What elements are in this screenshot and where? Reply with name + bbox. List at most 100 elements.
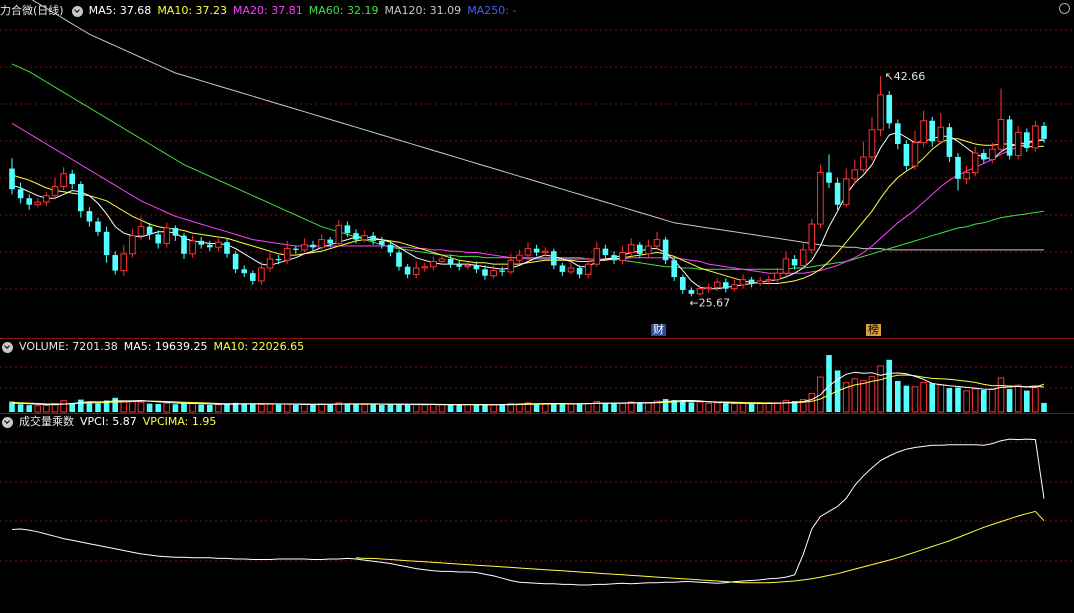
volume-bar-down (637, 402, 643, 412)
volume-bar-down (929, 383, 935, 412)
volume-bar-up (43, 405, 50, 413)
candle-body-up (51, 186, 59, 197)
volume-bar-down (602, 403, 609, 412)
candle-body-up (756, 280, 764, 284)
financial-report-marker[interactable]: 财 (651, 324, 666, 336)
candle-body-down (396, 252, 402, 267)
volume-bar-down (327, 404, 333, 412)
volume-bar-up (163, 402, 171, 413)
candle-body-up (464, 264, 472, 268)
kline-chart: ↖42.66 ←25.67 (0, 0, 1074, 309)
candle-body-up (971, 152, 979, 173)
candle-body-down (723, 282, 729, 289)
volume-bar-down (404, 404, 411, 412)
candle-body-down (955, 156, 961, 179)
candle-body-down (602, 248, 609, 256)
volume-bar-up (765, 402, 773, 413)
candle-body-up (963, 171, 970, 180)
candle-body-up (438, 258, 446, 263)
volume-bar-down (146, 403, 153, 412)
volume-bar-down (207, 404, 213, 412)
candle-body-up (266, 258, 274, 269)
volume-bar-down (275, 404, 282, 412)
candle-body-down (834, 182, 841, 205)
candle-body-down (275, 258, 282, 261)
candle-body-down (241, 269, 247, 274)
volume-bar-up (963, 390, 970, 413)
volume-bar-down (17, 404, 24, 412)
candle-body-up (541, 250, 549, 253)
volume-bar-down (1024, 390, 1030, 412)
vpci-chart (0, 438, 1074, 586)
volume-bar-up (516, 403, 523, 413)
volume-bar-down (748, 403, 755, 412)
volume-bar-down (895, 380, 901, 412)
volume-bar-up (739, 402, 747, 413)
candle-body-down (895, 123, 901, 144)
candle-body-down (26, 198, 32, 205)
volume-bar-up (997, 377, 1005, 413)
volume-bar-down (95, 403, 101, 412)
candle-body-down (344, 225, 351, 234)
candle-body-down (95, 221, 101, 232)
volume-bar-up (808, 393, 816, 413)
candle-body-up (584, 263, 592, 275)
candle-body-down (327, 239, 333, 244)
candle-body-up (283, 248, 291, 261)
candle-body-down (404, 266, 411, 275)
candle-body-up (129, 235, 136, 255)
candle-body-down (662, 239, 669, 261)
volume-bar-down (533, 404, 540, 412)
candle-body-up (120, 253, 128, 272)
volume-bar-down (456, 405, 462, 412)
candle-body-up (817, 171, 824, 225)
volume-bar-up (584, 403, 592, 413)
candle-body-up (507, 259, 515, 273)
candle-body-down (611, 255, 617, 261)
volume-bar-down (198, 404, 204, 412)
candle-body-up (490, 270, 497, 277)
volume-bar-up (911, 386, 919, 413)
candle-body-up (937, 126, 945, 142)
low-price-label: ←25.67 (689, 296, 730, 309)
candle-body-up (782, 258, 790, 274)
volume-chart (0, 355, 1074, 413)
candle-body-up (645, 245, 652, 255)
volume-bar-up (989, 388, 996, 413)
candle-body-down (112, 255, 118, 271)
volume-bar-down (955, 387, 961, 412)
volume-bar-up (258, 404, 265, 413)
volume-bar-down (826, 355, 832, 412)
volume-bar-down (723, 403, 729, 412)
volume-bar-down (379, 404, 385, 412)
candle-body-down (1006, 119, 1013, 156)
volume-bar-up (756, 403, 764, 413)
candle-body-up (808, 223, 816, 251)
candle-body-down (482, 269, 488, 276)
candle-body-down (1041, 125, 1047, 139)
candle-body-up (430, 261, 437, 268)
candle-body-down (103, 231, 110, 256)
candle-body-down (473, 265, 480, 270)
volume-bar-down (112, 397, 118, 412)
candle-body-up (593, 248, 601, 265)
candle-body-up (60, 173, 67, 188)
volume-bar-up (412, 404, 420, 413)
volume-bar-down (26, 405, 32, 412)
candle-body-down (310, 244, 316, 248)
volume-bar-up (971, 388, 979, 413)
candle-body-up (765, 279, 773, 282)
candle-body-down (559, 265, 566, 272)
candle-body-up (1032, 125, 1039, 149)
leaderboard-marker[interactable]: 榜 (866, 324, 881, 336)
volume-bar-up (361, 404, 368, 413)
volume-bar-up (567, 403, 575, 413)
volume-bar-up (60, 400, 67, 413)
volume-bar-up (266, 403, 274, 413)
volume-bar-down (1041, 402, 1047, 412)
volume-bar-up (490, 403, 497, 413)
volume-bar-down (688, 402, 695, 412)
volume-bar-down (886, 359, 892, 412)
candle-body-up (137, 226, 145, 237)
candle-body-up (189, 240, 196, 255)
